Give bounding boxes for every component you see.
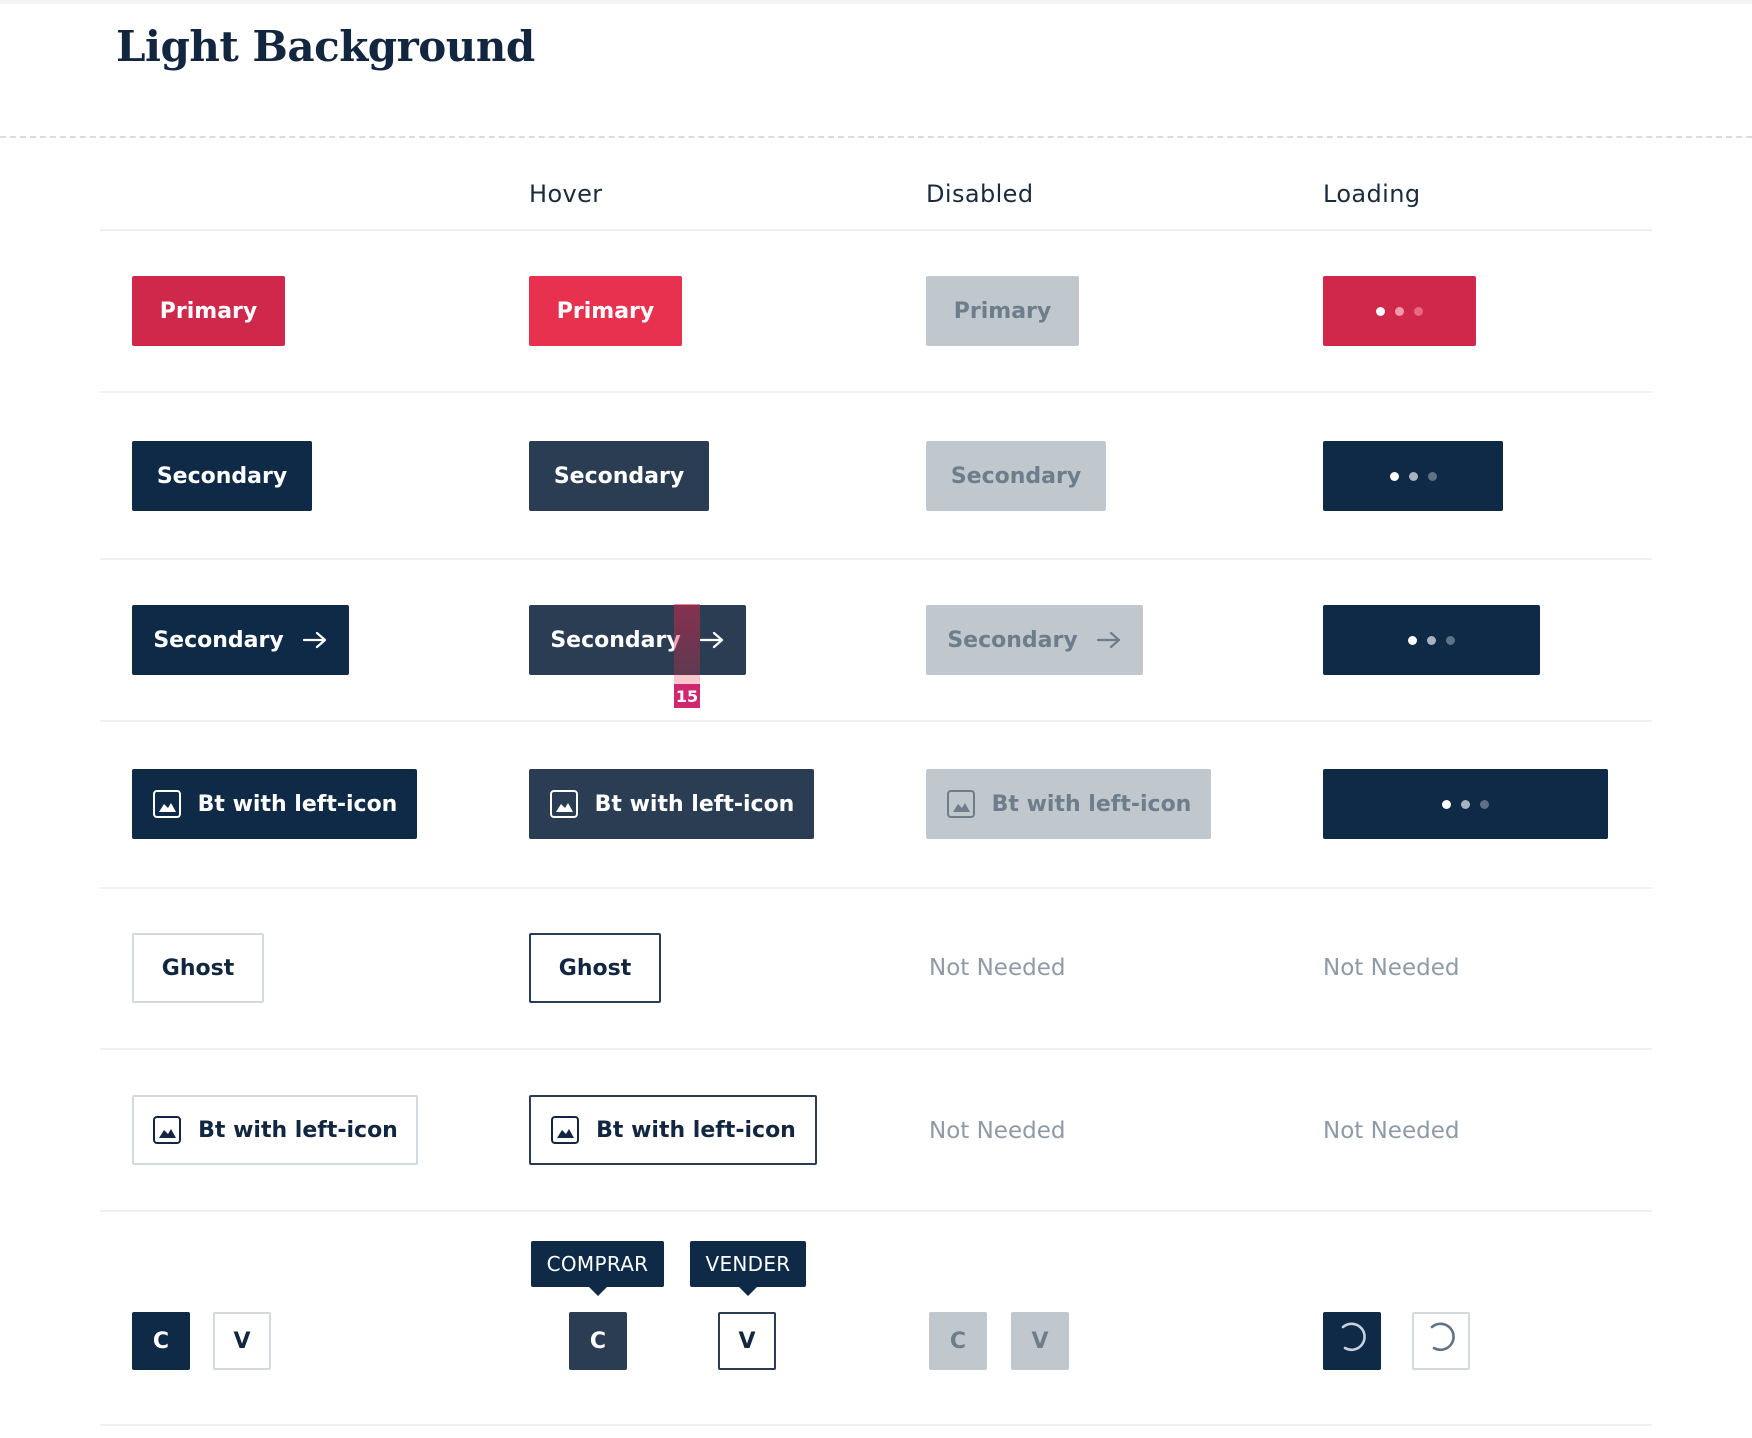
loading-dots-icon — [1376, 306, 1423, 316]
primary-button-hover[interactable]: Primary — [529, 276, 682, 346]
sell-square-button-disabled: V — [1011, 1312, 1069, 1370]
secondary-arrow-button[interactable]: Secondary — [132, 605, 349, 675]
column-header-disabled: Disabled — [926, 180, 1034, 208]
primary-button-loading — [1323, 276, 1476, 346]
ghost-left-icon-button[interactable]: Bt with left-icon — [132, 1095, 418, 1165]
primary-button-label: Primary — [556, 298, 655, 324]
secondary-button-label: Secondary — [553, 463, 685, 489]
image-icon — [152, 1115, 182, 1145]
image-icon — [946, 789, 976, 819]
row-divider — [100, 1210, 1652, 1212]
not-needed-text: Not Needed — [1323, 955, 1460, 981]
not-needed-text: Not Needed — [1323, 1118, 1460, 1144]
row-divider — [100, 720, 1652, 722]
secondary-button-label: Secondary — [550, 627, 681, 653]
sell-tooltip: VENDER — [690, 1241, 806, 1296]
left-icon-button[interactable]: Bt with left-icon — [132, 769, 417, 839]
ghost-button-label: Ghost — [558, 955, 632, 981]
buy-square-button[interactable]: C — [132, 1312, 190, 1370]
secondary-button-label: Secondary — [153, 627, 284, 653]
secondary-button[interactable]: Secondary — [132, 441, 312, 511]
loading-dots-icon — [1389, 471, 1437, 481]
not-needed-text: Not Needed — [929, 955, 1066, 981]
image-icon — [550, 1115, 580, 1145]
secondary-arrow-button-loading — [1323, 605, 1540, 675]
top-border — [0, 0, 1752, 4]
secondary-button-label: Secondary — [156, 463, 288, 489]
ghost-left-icon-button-hover[interactable]: Bt with left-icon — [529, 1095, 817, 1165]
left-icon-button-label: Bt with left-icon — [197, 791, 398, 817]
left-icon-button-loading — [1323, 769, 1608, 839]
buy-tooltip: COMPRAR — [531, 1241, 664, 1296]
left-icon-button-hover[interactable]: Bt with left-icon — [529, 769, 814, 839]
sell-square-button-hover[interactable]: V — [718, 1312, 776, 1370]
left-icon-button-label: Bt with left-icon — [198, 1117, 398, 1143]
spinner-icon — [1335, 1321, 1369, 1361]
secondary-button-label: Secondary — [950, 463, 1082, 489]
loading-dots-icon — [1408, 635, 1455, 645]
secondary-button-hover[interactable]: Secondary — [529, 441, 709, 511]
spacing-measure-value: 15 — [674, 684, 700, 708]
image-icon — [152, 789, 182, 819]
ghost-button[interactable]: Ghost — [132, 933, 264, 1003]
row-divider — [100, 1048, 1652, 1050]
primary-button-label: Primary — [953, 298, 1052, 324]
arrow-right-icon — [302, 630, 328, 650]
section-divider — [0, 136, 1752, 138]
not-needed-text: Not Needed — [929, 1118, 1066, 1144]
secondary-button-disabled: Secondary — [926, 441, 1106, 511]
row-divider — [100, 229, 1652, 231]
column-header-loading: Loading — [1323, 180, 1421, 208]
row-divider — [100, 558, 1652, 560]
ghost-button-hover[interactable]: Ghost — [529, 933, 661, 1003]
secondary-arrow-button-hover[interactable]: Secondary — [529, 605, 746, 675]
arrow-right-icon — [1096, 630, 1122, 650]
left-icon-button-label: Bt with left-icon — [596, 1117, 796, 1143]
secondary-button-label: Secondary — [947, 627, 1078, 653]
spacing-measure-badge: 15 — [674, 604, 700, 708]
loading-dots-icon — [1442, 799, 1489, 809]
buy-square-button-hover[interactable]: C — [569, 1312, 627, 1370]
sell-square-button[interactable]: V — [213, 1312, 271, 1370]
row-divider — [100, 1424, 1652, 1426]
row-divider — [100, 887, 1652, 889]
secondary-button-loading — [1323, 441, 1503, 511]
primary-button-disabled: Primary — [926, 276, 1079, 346]
arrow-right-icon — [699, 630, 725, 650]
sell-square-button-loading — [1412, 1312, 1470, 1370]
column-header-hover: Hover — [529, 180, 603, 208]
image-icon — [549, 789, 579, 819]
left-icon-button-label: Bt with left-icon — [991, 791, 1192, 817]
buy-square-button-loading — [1323, 1312, 1381, 1370]
primary-button[interactable]: Primary — [132, 276, 285, 346]
primary-button-label: Primary — [159, 298, 258, 324]
ghost-button-label: Ghost — [161, 955, 235, 981]
page-title: Light Background — [116, 22, 535, 71]
left-icon-button-disabled: Bt with left-icon — [926, 769, 1211, 839]
secondary-arrow-button-disabled: Secondary — [926, 605, 1143, 675]
spinner-icon — [1424, 1321, 1458, 1361]
row-divider — [100, 391, 1652, 393]
left-icon-button-label: Bt with left-icon — [594, 791, 795, 817]
buy-square-button-disabled: C — [929, 1312, 987, 1370]
